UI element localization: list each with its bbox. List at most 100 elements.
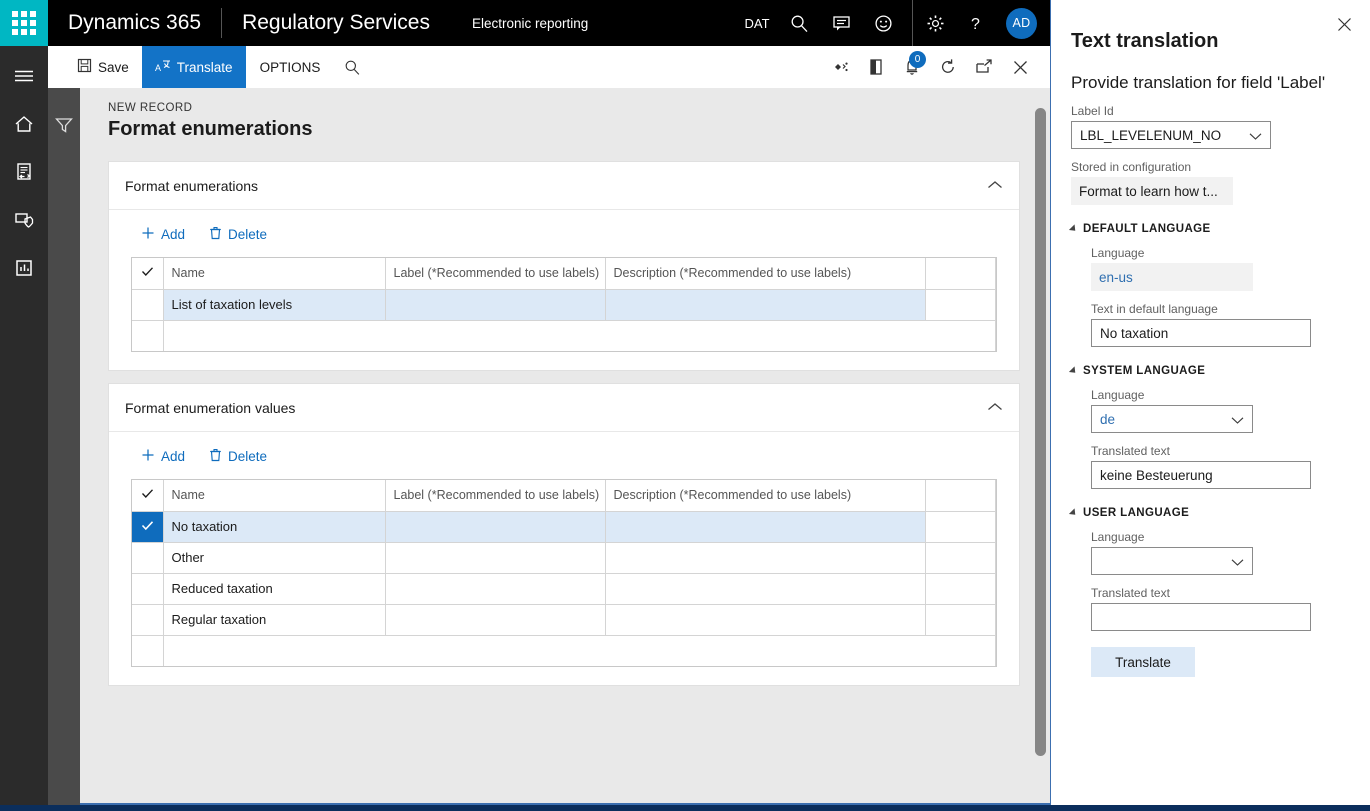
cell-description[interactable] <box>605 573 926 605</box>
chevron-down-icon[interactable] <box>1231 413 1244 428</box>
system-language-select[interactable]: de <box>1091 405 1253 433</box>
section-title: Format enumerations <box>125 177 259 194</box>
popout-window-icon[interactable] <box>966 46 1002 88</box>
stored-in-configuration-field: Stored in configuration Format to learn … <box>1071 160 1350 205</box>
column-header-description[interactable]: Description (*Recommended to use labels) <box>605 480 926 512</box>
select-all-checkbox[interactable] <box>132 258 164 290</box>
system-language-text-input[interactable]: keine Besteuerung <box>1091 461 1311 489</box>
close-x-icon[interactable] <box>1002 46 1038 88</box>
search-icon[interactable] <box>334 46 370 88</box>
smiley-face-icon[interactable] <box>862 0 904 46</box>
cell-label[interactable] <box>385 511 606 543</box>
table-row[interactable]: No taxation <box>132 511 996 543</box>
chevron-up-icon[interactable] <box>987 399 1003 417</box>
add-button[interactable]: Add <box>131 222 195 247</box>
cell-description[interactable] <box>605 542 926 574</box>
translate-label: Translate <box>176 59 233 75</box>
row-checkbox[interactable] <box>132 604 164 636</box>
column-header-label[interactable]: Label (*Recommended to use labels) <box>385 480 606 512</box>
waffle-grid-icon[interactable] <box>0 0 48 46</box>
trash-can-icon <box>209 448 222 465</box>
section-header[interactable]: Format enumerations <box>109 162 1019 210</box>
cell-description[interactable] <box>605 289 926 321</box>
cell-name[interactable]: No taxation <box>163 511 386 543</box>
cell-label[interactable] <box>385 573 606 605</box>
chevron-up-icon[interactable] <box>987 177 1003 195</box>
user-language-text-input[interactable] <box>1091 603 1311 631</box>
shield-monitor-icon[interactable] <box>0 200 48 240</box>
feedback-chat-icon[interactable] <box>820 0 862 46</box>
cell-name[interactable]: Reduced taxation <box>163 573 386 605</box>
default-language-section-toggle[interactable]: DEFAULT LANGUAGE <box>1068 223 1350 235</box>
row-checkbox[interactable] <box>132 289 164 321</box>
user-language-fields: Language Translated text <box>1071 530 1350 631</box>
search-icon[interactable] <box>778 0 820 46</box>
cell-name[interactable]: Regular taxation <box>163 604 386 636</box>
system-language-section-toggle[interactable]: SYSTEM LANGUAGE <box>1068 365 1350 377</box>
options-tab[interactable]: OPTIONS <box>246 46 335 88</box>
system-language-language-field: Language de <box>1091 388 1350 433</box>
chevron-down-icon[interactable] <box>1249 129 1262 144</box>
main-content-area: NEW RECORD Format enumerations Format en… <box>80 88 1050 811</box>
table-row[interactable]: Other <box>132 542 996 574</box>
user-language-section-toggle[interactable]: USER LANGUAGE <box>1068 507 1350 519</box>
column-header-description[interactable]: Description (*Recommended to use labels) <box>605 258 926 290</box>
brand-title[interactable]: Dynamics 365 <box>48 8 221 38</box>
save-disk-icon <box>77 58 92 76</box>
translate-button[interactable]: A Translate <box>141 46 246 88</box>
row-checkbox[interactable] <box>132 573 164 605</box>
cell-filler <box>925 573 996 605</box>
system-language-text-field: Translated text keine Besteuerung <box>1091 444 1350 489</box>
translate-panel-button[interactable]: Translate <box>1091 647 1195 677</box>
row-checkbox[interactable] <box>132 511 164 543</box>
chevron-down-icon[interactable] <box>1231 555 1244 570</box>
table-row[interactable]: Regular taxation <box>132 604 996 636</box>
cell-name[interactable]: List of taxation levels <box>163 289 386 321</box>
delete-button[interactable]: Delete <box>199 444 277 469</box>
table-row[interactable]: Reduced taxation <box>132 573 996 605</box>
close-x-icon[interactable] <box>1330 10 1358 38</box>
user-language-select[interactable] <box>1091 547 1253 575</box>
format-enumeration-values-section: Format enumeration values Add Delete Nam… <box>108 383 1020 686</box>
cell-description[interactable] <box>605 511 926 543</box>
column-header-name[interactable]: Name <box>163 258 386 290</box>
column-header-label[interactable]: Label (*Recommended to use labels) <box>385 258 606 290</box>
hamburger-menu-icon[interactable] <box>0 56 48 96</box>
company-selector[interactable]: DAT <box>736 0 778 46</box>
cell-label[interactable] <box>385 604 606 636</box>
row-checkbox[interactable] <box>132 542 164 574</box>
section-header[interactable]: Format enumeration values <box>109 384 1019 432</box>
office-open-icon[interactable] <box>858 46 894 88</box>
avatar[interactable]: AD <box>1006 7 1037 39</box>
notification-bell-icon[interactable]: 0 <box>894 46 930 88</box>
cell-name[interactable]: Other <box>163 542 386 574</box>
select-all-checkbox[interactable] <box>132 480 164 512</box>
gear-icon[interactable] <box>912 0 954 46</box>
add-label: Add <box>161 449 186 464</box>
save-button[interactable]: Save <box>64 46 142 88</box>
document-transfer-icon[interactable] <box>0 152 48 192</box>
svg-text:A: A <box>155 63 161 73</box>
left-navigation-rail <box>0 46 48 811</box>
cell-label[interactable] <box>385 289 606 321</box>
refresh-circle-icon[interactable] <box>930 46 966 88</box>
column-header-name[interactable]: Name <box>163 480 386 512</box>
delete-button[interactable]: Delete <box>199 222 277 247</box>
vertical-scrollbar[interactable] <box>1035 108 1046 780</box>
cell-filler <box>925 511 996 543</box>
question-mark-help-icon[interactable]: ? <box>954 0 996 46</box>
default-language-text-input[interactable]: No taxation <box>1091 319 1311 347</box>
report-board-icon[interactable] <box>0 248 48 288</box>
share-diamond-icon[interactable] <box>822 46 858 88</box>
home-icon[interactable] <box>0 104 48 144</box>
funnel-filter-icon[interactable] <box>54 116 74 811</box>
table-row[interactable]: List of taxation levels <box>132 289 996 321</box>
module-title[interactable]: Regulatory Services <box>221 8 450 38</box>
add-button[interactable]: Add <box>131 444 195 469</box>
cell-description[interactable] <box>605 604 926 636</box>
column-header-filler <box>925 480 996 512</box>
cell-label[interactable] <box>385 542 606 574</box>
label-id-select[interactable]: LBL_LEVELENUM_NO <box>1071 121 1271 149</box>
user-language-text-label: Translated text <box>1091 586 1170 600</box>
scrollbar-thumb[interactable] <box>1035 108 1046 756</box>
